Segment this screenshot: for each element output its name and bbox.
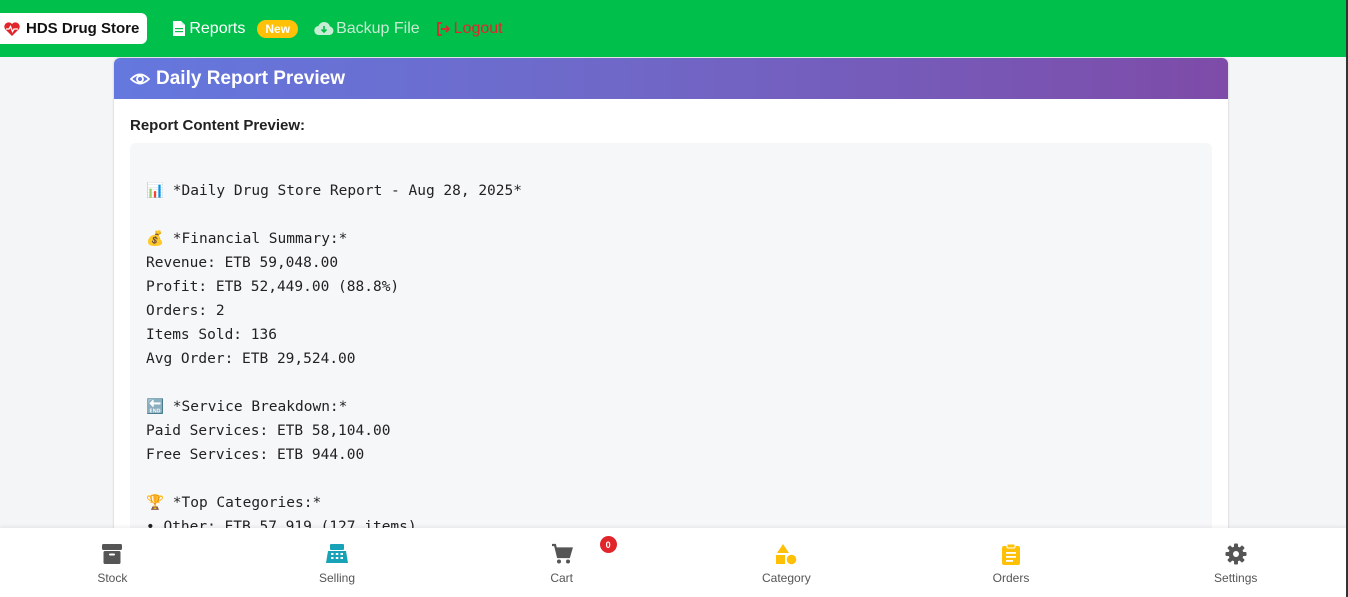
- clipboard-icon: [999, 542, 1023, 566]
- bottom-nav: Stock Selling Cart 0 Category Orders Set…: [0, 528, 1348, 597]
- card-header: Daily Report Preview: [114, 58, 1228, 99]
- new-badge: New: [257, 19, 299, 38]
- archive-box-icon: [100, 542, 124, 566]
- gear-icon: [1224, 542, 1248, 566]
- nav-reports-label: Reports: [189, 19, 246, 37]
- cart-count-badge: 0: [599, 536, 617, 553]
- nav-reports[interactable]: Reports: [171, 20, 245, 38]
- bottom-nav-stock[interactable]: Stock: [0, 528, 225, 597]
- brand-logo[interactable]: HDS Drug Store: [0, 13, 148, 44]
- nav-backup-label: Backup File: [336, 19, 420, 37]
- orders-label: Orders: [992, 571, 1030, 585]
- top-navbar: HDS Drug Store Reports New Backup File L…: [0, 0, 1348, 57]
- file-icon: [171, 21, 187, 37]
- cash-register-icon: [325, 542, 349, 566]
- preview-label: Report Content Preview:: [130, 117, 306, 134]
- cart-label: Cart: [550, 571, 574, 585]
- stock-label: Stock: [97, 571, 128, 585]
- bottom-nav-orders[interactable]: Orders: [899, 528, 1124, 597]
- heart-pulse-icon: [4, 21, 20, 36]
- shopping-cart-icon: [550, 542, 574, 566]
- logout-icon: [436, 21, 452, 37]
- eye-icon: [130, 69, 150, 89]
- nav-backup-file[interactable]: Backup File: [314, 20, 420, 38]
- shapes-icon: [774, 542, 798, 566]
- card-title: Daily Report Preview: [156, 67, 346, 89]
- daily-report-card: Daily Report Preview Report Content Prev…: [114, 58, 1228, 538]
- bottom-nav-settings[interactable]: Settings: [1123, 528, 1348, 597]
- selling-label: Selling: [318, 571, 356, 585]
- nav-logout-label: Logout: [453, 19, 503, 37]
- nav-logout[interactable]: Logout: [436, 20, 503, 38]
- bottom-nav-cart[interactable]: Cart 0: [449, 528, 674, 597]
- brand-name: HDS Drug Store: [26, 20, 140, 37]
- cloud-download-icon: [314, 21, 334, 37]
- settings-label: Settings: [1214, 571, 1258, 585]
- bottom-nav-selling[interactable]: Selling: [225, 528, 450, 597]
- category-label: Category: [762, 571, 811, 585]
- bottom-nav-category[interactable]: Category: [674, 528, 899, 597]
- report-preview-text: 📊 *Daily Drug Store Report - Aug 28, 202…: [130, 143, 1212, 538]
